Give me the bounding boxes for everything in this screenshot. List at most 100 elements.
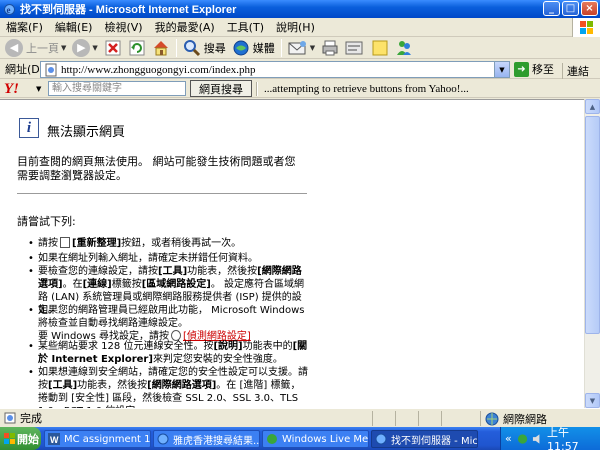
refresh-page-icon — [60, 237, 70, 248]
title-bar[interactable]: e 找不到伺服器 - Microsoft Internet Explorer _… — [0, 0, 600, 18]
media-icon — [233, 40, 249, 55]
mail-icon — [288, 40, 306, 54]
start-button[interactable]: 開始 — [0, 427, 41, 450]
taskbar-item-messenger[interactable]: Windows Live Messe... — [262, 430, 369, 448]
address-url: http://www.zhongguogongyi.com/index.php — [61, 63, 256, 76]
yahoo-search-button[interactable]: 網頁搜尋 — [190, 80, 252, 97]
links-button[interactable]: 連結 — [562, 63, 589, 79]
discuss-button[interactable] — [368, 38, 392, 58]
ie-icon — [157, 433, 169, 445]
ie-icon — [375, 433, 387, 445]
close-button[interactable]: × — [581, 1, 598, 16]
page-heading: 無法顯示網頁 — [47, 125, 126, 140]
status-pane — [441, 411, 442, 426]
list-item: 如果您的網路管理員已經啟用此功能， Microsoft Windows將檢查並自… — [28, 304, 308, 343]
taskbar-item-word[interactable]: W MC assignment 1 - Mi... — [44, 430, 151, 448]
home-icon — [153, 40, 168, 55]
taskbar-item-yahoo[interactable]: 雅虎香港搜尋結果... — [153, 430, 260, 448]
printer-icon — [322, 40, 338, 55]
back-label: 上一頁 — [26, 41, 59, 55]
system-tray: « 上午 11:57 — [500, 426, 600, 450]
address-input[interactable]: http://www.zhongguogongyi.com/index.php … — [40, 61, 510, 78]
yahoo-search-input[interactable]: 輸入搜尋關鍵字 — [48, 81, 186, 96]
security-zone: 網際網路 — [485, 411, 547, 427]
home-button[interactable] — [149, 38, 173, 58]
scroll-up-button[interactable]: ▲ — [585, 99, 600, 114]
refresh-icon — [129, 40, 145, 55]
yahoo-logo-icon[interactable]: Y! — [4, 81, 19, 98]
note-icon — [372, 40, 388, 55]
ie-icon: e — [4, 3, 15, 15]
address-bar: 網址(D) http://www.zhongguogongyi.com/inde… — [0, 60, 600, 79]
taskbar-item-ie-error[interactable]: 找不到伺服器 - Micr... — [371, 430, 478, 448]
back-button[interactable]: ◀ 上一頁 ▼ — [2, 38, 69, 58]
list-item: 請按[重新整理]按鈕，或者稍後再試一次。 — [28, 237, 308, 250]
edit-button[interactable] — [342, 38, 368, 58]
go-label: 移至 — [532, 63, 554, 76]
scroll-down-button[interactable]: ▼ — [585, 393, 600, 408]
media-button[interactable]: 媒體 — [229, 38, 278, 58]
list-item: 如果想連線到安全網站，請確定您的安全性設定可以支援。請按[工具]功能表，然後按[… — [28, 366, 308, 408]
yahoo-toolbar: Y! ▼ 輸入搜尋關鍵字 網頁搜尋 ...attempting to retri… — [0, 80, 600, 98]
menu-tools[interactable]: 工具(T) — [221, 19, 270, 35]
search-button[interactable]: 搜尋 — [180, 38, 229, 58]
messenger-tray-icon[interactable] — [517, 433, 528, 445]
toolbar-separator — [256, 82, 258, 96]
status-bar: 完成 網際網路 — [0, 408, 600, 427]
stop-button[interactable] — [101, 38, 125, 58]
list-item: 某些網站要求 128 位元連線安全性。按[說明]功能表中的[關於 Interne… — [28, 340, 308, 366]
mail-button[interactable]: ▼ — [285, 38, 318, 58]
menu-help[interactable]: 說明(H) — [270, 19, 321, 35]
toolbar-separator — [280, 38, 282, 57]
menu-file[interactable]: 檔案(F) — [0, 19, 49, 35]
tray-expand-button[interactable]: « — [505, 432, 512, 445]
page-description: 目前查閱的網頁無法使用。 網站可能發生技術問題或者您需要調整瀏覽器設定。 — [17, 155, 296, 182]
status-pane — [372, 411, 373, 426]
zone-label: 網際網路 — [503, 413, 547, 426]
go-arrow-icon: ➜ — [514, 61, 529, 77]
maximize-button[interactable]: □ — [562, 1, 579, 16]
svg-text:e: e — [7, 5, 11, 15]
messenger-icon — [267, 434, 277, 444]
start-label: 開始 — [17, 432, 39, 446]
window-title: 找不到伺服器 - Microsoft Internet Explorer — [20, 4, 237, 16]
standard-toolbar: ◀ 上一頁 ▼ ▶ ▼ 搜尋 媒體 ▼ — [0, 37, 600, 59]
page-content: i 無法顯示網頁 目前查閱的網頁無法使用。 網站可能發生技術問題或者您需要調整瀏… — [0, 99, 584, 408]
forward-arrow-icon: ▶ — [72, 38, 91, 57]
menu-edit[interactable]: 編輯(E) — [49, 19, 99, 35]
clock: 上午 11:57 — [546, 426, 579, 450]
menu-bar: 檔案(F) 編輯(E) 檢視(V) 我的最愛(A) 工具(T) 說明(H) — [0, 18, 600, 37]
refresh-button[interactable] — [125, 38, 149, 58]
status-pane — [418, 411, 419, 426]
forward-button[interactable]: ▶ ▼ — [69, 38, 100, 58]
page-icon — [45, 63, 57, 76]
volume-icon[interactable] — [532, 433, 543, 445]
chevron-down-icon[interactable]: ▼ — [310, 44, 315, 52]
vertical-scrollbar[interactable]: ▲ ▼ — [584, 99, 600, 408]
svg-text:W: W — [50, 435, 59, 445]
divider — [17, 193, 307, 194]
print-button[interactable] — [318, 38, 342, 58]
chevron-down-icon[interactable]: ▼ — [36, 85, 41, 93]
chevron-down-icon[interactable]: ▼ — [61, 44, 66, 52]
menu-favorites[interactable]: 我的最愛(A) — [149, 19, 221, 35]
windows-flag-icon — [4, 433, 15, 444]
minimize-button[interactable]: _ — [543, 1, 560, 16]
back-arrow-icon: ◀ — [5, 38, 23, 57]
status-pane — [480, 411, 481, 426]
go-button[interactable]: ➜ 移至 — [514, 61, 554, 77]
page-done-icon — [4, 412, 16, 424]
chevron-down-icon[interactable]: ▼ — [92, 44, 97, 52]
info-icon: i — [19, 118, 39, 138]
scroll-thumb[interactable] — [585, 116, 600, 334]
internet-zone-icon — [485, 412, 499, 426]
word-icon: W — [48, 433, 60, 445]
menu-view[interactable]: 檢視(V) — [98, 19, 148, 35]
edit-icon — [345, 41, 363, 54]
chevron-down-icon[interactable]: ▼ — [494, 62, 509, 77]
list-item: 如果在網址列輸入網址，請確定未拼錯任何資料。 — [28, 252, 308, 265]
messenger-icon — [397, 40, 412, 55]
messenger-button[interactable] — [392, 38, 416, 58]
media-label: 媒體 — [252, 41, 275, 55]
status-text: 完成 — [20, 412, 42, 425]
